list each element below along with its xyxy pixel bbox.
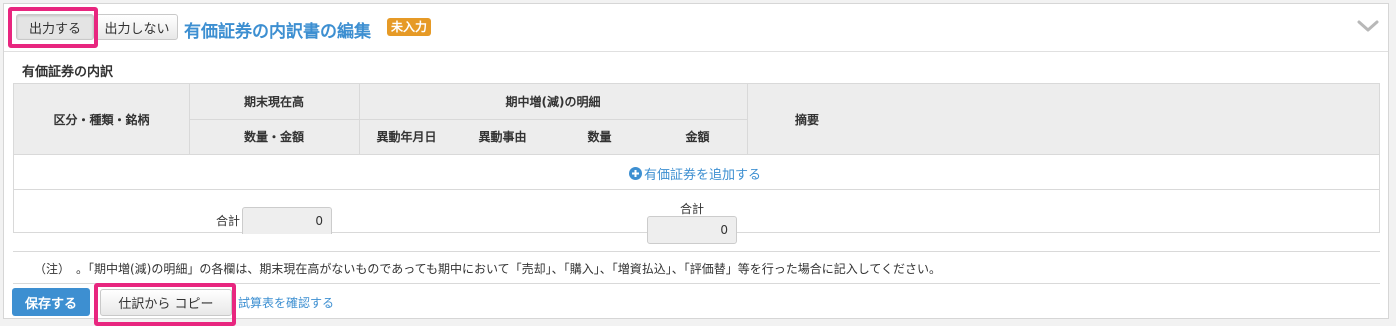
grid-line <box>14 189 1379 190</box>
col-period-end-header: 期末現在高 <box>243 95 304 109</box>
total-period-end-field[interactable]: 0 <box>242 207 332 234</box>
securities-breakdown-panel: 出力する 出力しない 有価証券の内訳書の編集 未入力 有価証券の内訳 区分・種類… <box>3 3 1389 319</box>
col-remarks-header: 摘要 <box>794 112 819 127</box>
status-badge: 未入力 <box>387 18 432 36</box>
page-title: 有価証券の内訳書の編集 <box>184 22 371 42</box>
total-label-changes: 合計 <box>680 202 705 216</box>
note-text: （注） 。「期中増(減)の明細」の各欄は、期末現在高がないものであっても期中にお… <box>34 262 941 276</box>
col-change-reason-header: 異動事由 <box>478 130 527 144</box>
save-button[interactable]: 保存する <box>12 288 90 316</box>
col-quantity-header: 数量 <box>587 130 612 144</box>
col-period-end-sub-header: 数量・金額 <box>243 130 304 144</box>
header-divider <box>4 51 1388 52</box>
add-securities-link[interactable]: 有価証券を追加する <box>629 164 761 183</box>
total-changes-field[interactable]: 0 <box>647 216 737 244</box>
output-on-button[interactable]: 出力する <box>16 14 94 40</box>
col-changes-header: 期中増(減)の明細 <box>505 95 601 109</box>
output-off-button[interactable]: 出力しない <box>96 14 178 40</box>
footer-divider <box>13 283 1380 284</box>
plus-circle-icon <box>629 167 642 180</box>
add-securities-label: 有価証券を追加する <box>644 168 762 183</box>
col-change-date-header: 異動年月日 <box>376 130 437 144</box>
col-category-header: 区分・種類・銘柄 <box>53 112 150 127</box>
total-label-period-end: 合計 <box>216 214 241 228</box>
securities-table: 区分・種類・銘柄 期末現在高 数量・金額 期中増(減)の明細 異動年月日 異動事… <box>13 83 1380 234</box>
section-label: 有価証券の内訳 <box>22 65 114 80</box>
check-trial-balance-link[interactable]: 試算表を確認する <box>238 294 334 311</box>
totals-divider <box>13 251 1380 252</box>
copy-from-journal-button[interactable]: 仕訳から コピー <box>100 289 232 316</box>
chevron-down-icon[interactable] <box>1356 18 1380 34</box>
col-amount-header: 金額 <box>685 130 710 144</box>
grid-line <box>14 154 1379 155</box>
